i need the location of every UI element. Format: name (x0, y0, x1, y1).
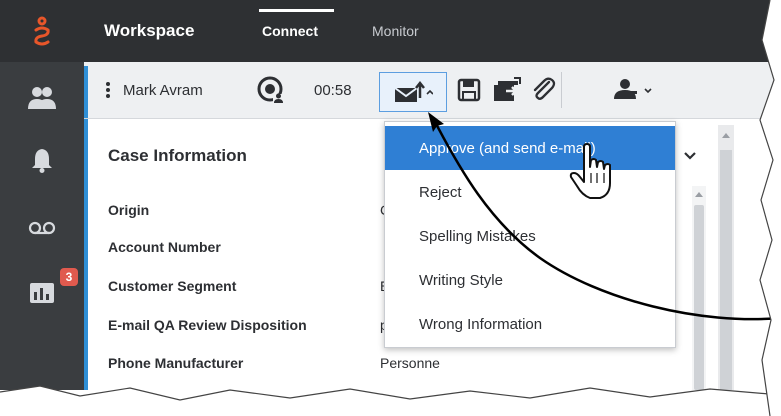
torn-edge-right-decoration (759, 0, 781, 416)
callout-arrow-icon (428, 112, 781, 321)
torn-edge-decoration (0, 385, 781, 416)
screenshot-stage: 3 Workspace Connect Monitor Mark Avram 0… (0, 0, 781, 416)
